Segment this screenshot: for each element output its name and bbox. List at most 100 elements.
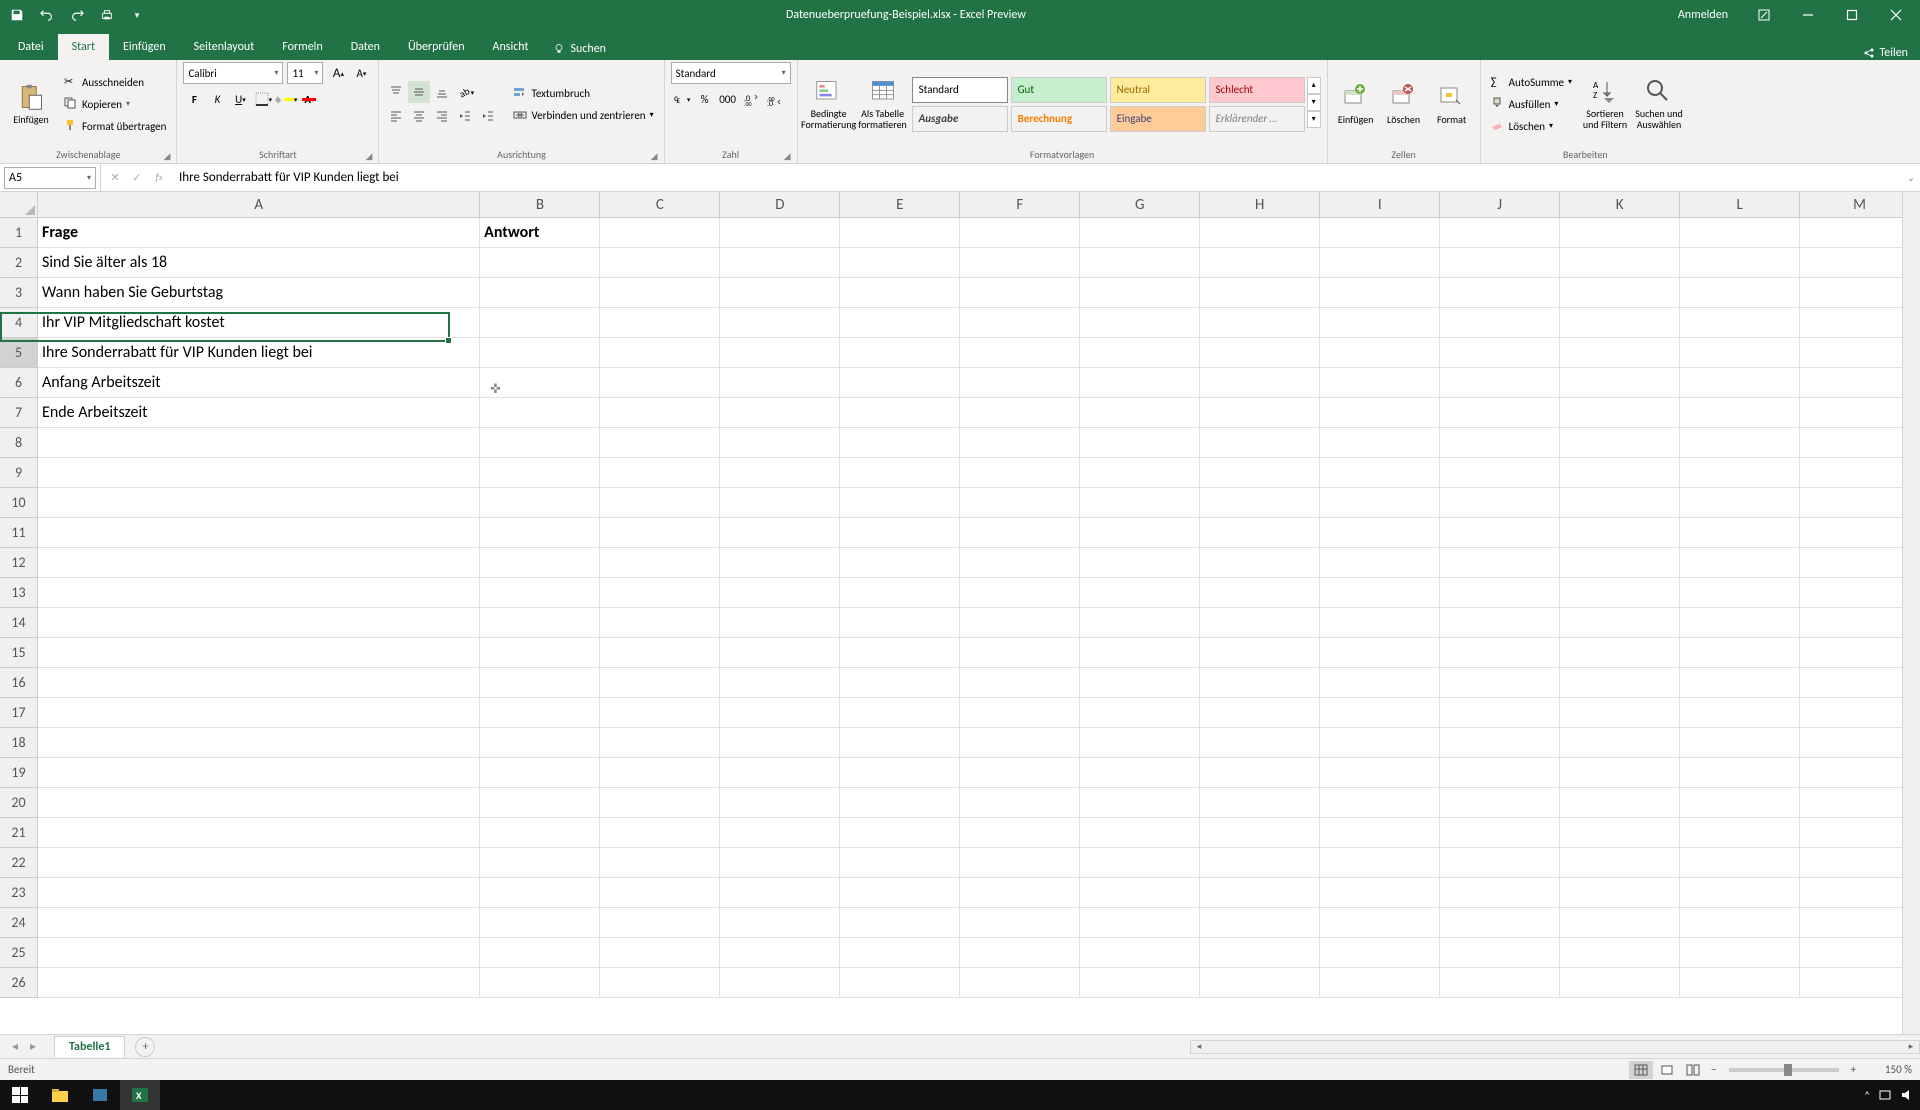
column-header-K[interactable]: K	[1560, 192, 1680, 218]
cell-C24[interactable]	[600, 908, 720, 938]
cell-J18[interactable]	[1440, 728, 1560, 758]
cellstyle-ausgabe[interactable]: Ausgabe	[912, 106, 1008, 132]
dialog-launcher-icon[interactable]: ◢	[164, 151, 171, 162]
align-middle-button[interactable]	[408, 81, 430, 103]
cell-C3[interactable]	[600, 278, 720, 308]
cell-F17[interactable]	[960, 698, 1080, 728]
cell-L24[interactable]	[1680, 908, 1800, 938]
cell-D18[interactable]	[720, 728, 840, 758]
dialog-launcher-icon[interactable]: ◢	[784, 151, 791, 162]
number-format-combo[interactable]: Standard▾	[671, 62, 791, 84]
cell-C13[interactable]	[600, 578, 720, 608]
cell-J10[interactable]	[1440, 488, 1560, 518]
quickprint-icon[interactable]	[98, 6, 116, 24]
row-header-5[interactable]: 5	[0, 338, 38, 368]
cell-C20[interactable]	[600, 788, 720, 818]
cell-C16[interactable]	[600, 668, 720, 698]
cell-K23[interactable]	[1560, 878, 1680, 908]
cell-E2[interactable]	[840, 248, 960, 278]
row-header-10[interactable]: 10	[0, 488, 38, 518]
cell-E16[interactable]	[840, 668, 960, 698]
cell-E19[interactable]	[840, 758, 960, 788]
taskbar-excel[interactable]: X	[120, 1080, 160, 1110]
cell-C6[interactable]	[600, 368, 720, 398]
column-header-E[interactable]: E	[840, 192, 960, 218]
align-left-button[interactable]	[385, 105, 407, 127]
cell-C26[interactable]	[600, 968, 720, 998]
cell-J8[interactable]	[1440, 428, 1560, 458]
cell-D9[interactable]	[720, 458, 840, 488]
cell-J16[interactable]	[1440, 668, 1560, 698]
cell-H20[interactable]	[1200, 788, 1320, 818]
cell-A23[interactable]	[38, 878, 480, 908]
row-header-22[interactable]: 22	[0, 848, 38, 878]
cell-I17[interactable]	[1320, 698, 1440, 728]
cell-J1[interactable]	[1440, 218, 1560, 248]
cell-B18[interactable]	[480, 728, 600, 758]
cell-A5[interactable]: Ihre Sonderrabatt für VIP Kunden liegt b…	[38, 338, 480, 368]
cell-E6[interactable]	[840, 368, 960, 398]
cell-F21[interactable]	[960, 818, 1080, 848]
cell-I20[interactable]	[1320, 788, 1440, 818]
cell-B7[interactable]	[480, 398, 600, 428]
cell-K2[interactable]	[1560, 248, 1680, 278]
cell-F10[interactable]	[960, 488, 1080, 518]
cell-H10[interactable]	[1200, 488, 1320, 518]
row-header-9[interactable]: 9	[0, 458, 38, 488]
cell-K22[interactable]	[1560, 848, 1680, 878]
cell-B14[interactable]	[480, 608, 600, 638]
column-header-C[interactable]: C	[600, 192, 720, 218]
cellstyle-standard[interactable]: Standard	[912, 77, 1008, 103]
cell-K12[interactable]	[1560, 548, 1680, 578]
accounting-format-button[interactable]: ₠▾	[671, 88, 693, 110]
cell-B5[interactable]	[480, 338, 600, 368]
normal-view-button[interactable]	[1629, 1061, 1653, 1079]
cell-C4[interactable]	[600, 308, 720, 338]
cell-H21[interactable]	[1200, 818, 1320, 848]
cell-A20[interactable]	[38, 788, 480, 818]
cell-J6[interactable]	[1440, 368, 1560, 398]
cell-B9[interactable]	[480, 458, 600, 488]
column-header-H[interactable]: H	[1200, 192, 1320, 218]
zoom-slider[interactable]	[1729, 1068, 1839, 1072]
cell-L8[interactable]	[1680, 428, 1800, 458]
cell-H25[interactable]	[1200, 938, 1320, 968]
format-painter-button[interactable]: Format übertragen	[60, 116, 170, 136]
cell-A7[interactable]: Ende Arbeitszeit	[38, 398, 480, 428]
cell-E10[interactable]	[840, 488, 960, 518]
cell-I24[interactable]	[1320, 908, 1440, 938]
cell-B8[interactable]	[480, 428, 600, 458]
cell-L21[interactable]	[1680, 818, 1800, 848]
cell-G16[interactable]	[1080, 668, 1200, 698]
cell-F7[interactable]	[960, 398, 1080, 428]
cell-C1[interactable]	[600, 218, 720, 248]
cell-J9[interactable]	[1440, 458, 1560, 488]
cell-I7[interactable]	[1320, 398, 1440, 428]
cell-H18[interactable]	[1200, 728, 1320, 758]
vertical-scrollbar[interactable]	[1902, 192, 1920, 1034]
cell-L22[interactable]	[1680, 848, 1800, 878]
cell-G22[interactable]	[1080, 848, 1200, 878]
row-header-8[interactable]: 8	[0, 428, 38, 458]
cell-K9[interactable]	[1560, 458, 1680, 488]
align-center-button[interactable]	[408, 105, 430, 127]
increase-font-button[interactable]: A▴	[327, 62, 349, 84]
page-break-view-button[interactable]	[1681, 1061, 1705, 1079]
font-color-button[interactable]: A▾	[298, 88, 320, 110]
cell-C22[interactable]	[600, 848, 720, 878]
cell-J20[interactable]	[1440, 788, 1560, 818]
cell-G11[interactable]	[1080, 518, 1200, 548]
cell-I23[interactable]	[1320, 878, 1440, 908]
cell-E8[interactable]	[840, 428, 960, 458]
cell-H23[interactable]	[1200, 878, 1320, 908]
cell-C21[interactable]	[600, 818, 720, 848]
cell-L19[interactable]	[1680, 758, 1800, 788]
cell-K18[interactable]	[1560, 728, 1680, 758]
cell-I22[interactable]	[1320, 848, 1440, 878]
cell-K1[interactable]	[1560, 218, 1680, 248]
cellstyle-schlecht[interactable]: Schlecht	[1209, 77, 1305, 103]
cell-K26[interactable]	[1560, 968, 1680, 998]
column-header-F[interactable]: F	[960, 192, 1080, 218]
cell-F25[interactable]	[960, 938, 1080, 968]
cell-G25[interactable]	[1080, 938, 1200, 968]
